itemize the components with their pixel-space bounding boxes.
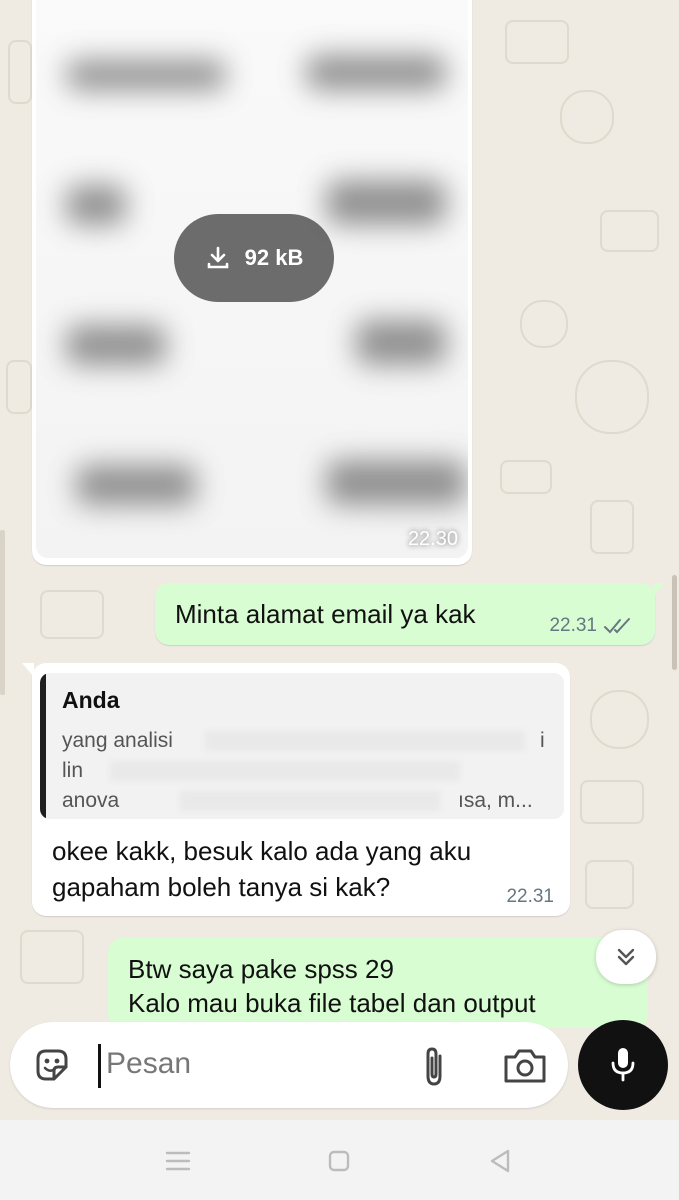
download-icon <box>207 246 228 269</box>
redaction <box>110 761 460 781</box>
quoted-line-end: i <box>540 729 545 752</box>
scrollbar[interactable] <box>672 575 677 670</box>
scroll-to-bottom-button[interactable] <box>596 930 656 984</box>
message-text-line: Btw saya pake spss 29 <box>128 954 394 984</box>
back-icon[interactable] <box>488 1148 512 1174</box>
attach-icon[interactable] <box>414 1044 454 1088</box>
text-caret <box>98 1044 101 1088</box>
quoted-line: lin <box>62 759 84 782</box>
camera-icon[interactable] <box>502 1045 548 1085</box>
download-size: 92 kB <box>244 245 304 270</box>
quoted-message[interactable]: Anda yang analisi i lin anova ısa, m... <box>40 673 564 819</box>
mic-button[interactable] <box>578 1020 668 1110</box>
left-edge-handle <box>0 530 5 695</box>
mic-icon <box>611 1048 635 1082</box>
incoming-message[interactable]: Anda yang analisi i lin anova ısa, m... … <box>22 663 570 916</box>
double-chevron-down-icon <box>617 948 635 966</box>
composer: Pesan <box>0 1012 679 1120</box>
bubble-tail <box>653 583 665 597</box>
message-time: 22.31 <box>506 886 554 907</box>
quoted-line: anova <box>62 789 120 812</box>
download-button[interactable]: 92 kB <box>174 214 334 302</box>
redaction <box>180 791 440 811</box>
quoted-line: yang analisi <box>62 729 173 752</box>
quote-bar <box>40 673 46 819</box>
sticker-icon[interactable] <box>32 1045 72 1085</box>
redaction <box>205 731 525 751</box>
double-check-icon <box>604 618 630 634</box>
recent-apps-icon[interactable] <box>165 1150 191 1172</box>
quoted-sender: Anda <box>62 687 120 713</box>
message-time: 22.31 <box>549 615 597 636</box>
home-icon[interactable] <box>328 1150 350 1172</box>
message-meta: 22.31 <box>549 615 635 637</box>
message-time: 22.30 <box>407 528 458 550</box>
bubble-tail <box>22 663 34 677</box>
quoted-line-end: ısa, m... <box>458 789 533 812</box>
message-text: Minta alamat email ya kak <box>175 599 476 629</box>
input-placeholder: Pesan <box>106 1047 192 1080</box>
outgoing-message[interactable]: Minta alamat email ya kak 22.31 <box>155 583 665 645</box>
message-text: okee kakk, besuk kalo ada yang aku gapah… <box>52 836 472 902</box>
message-input[interactable]: Pesan <box>10 1022 568 1108</box>
image-message[interactable]: 92 kB 22.30 <box>32 0 472 565</box>
